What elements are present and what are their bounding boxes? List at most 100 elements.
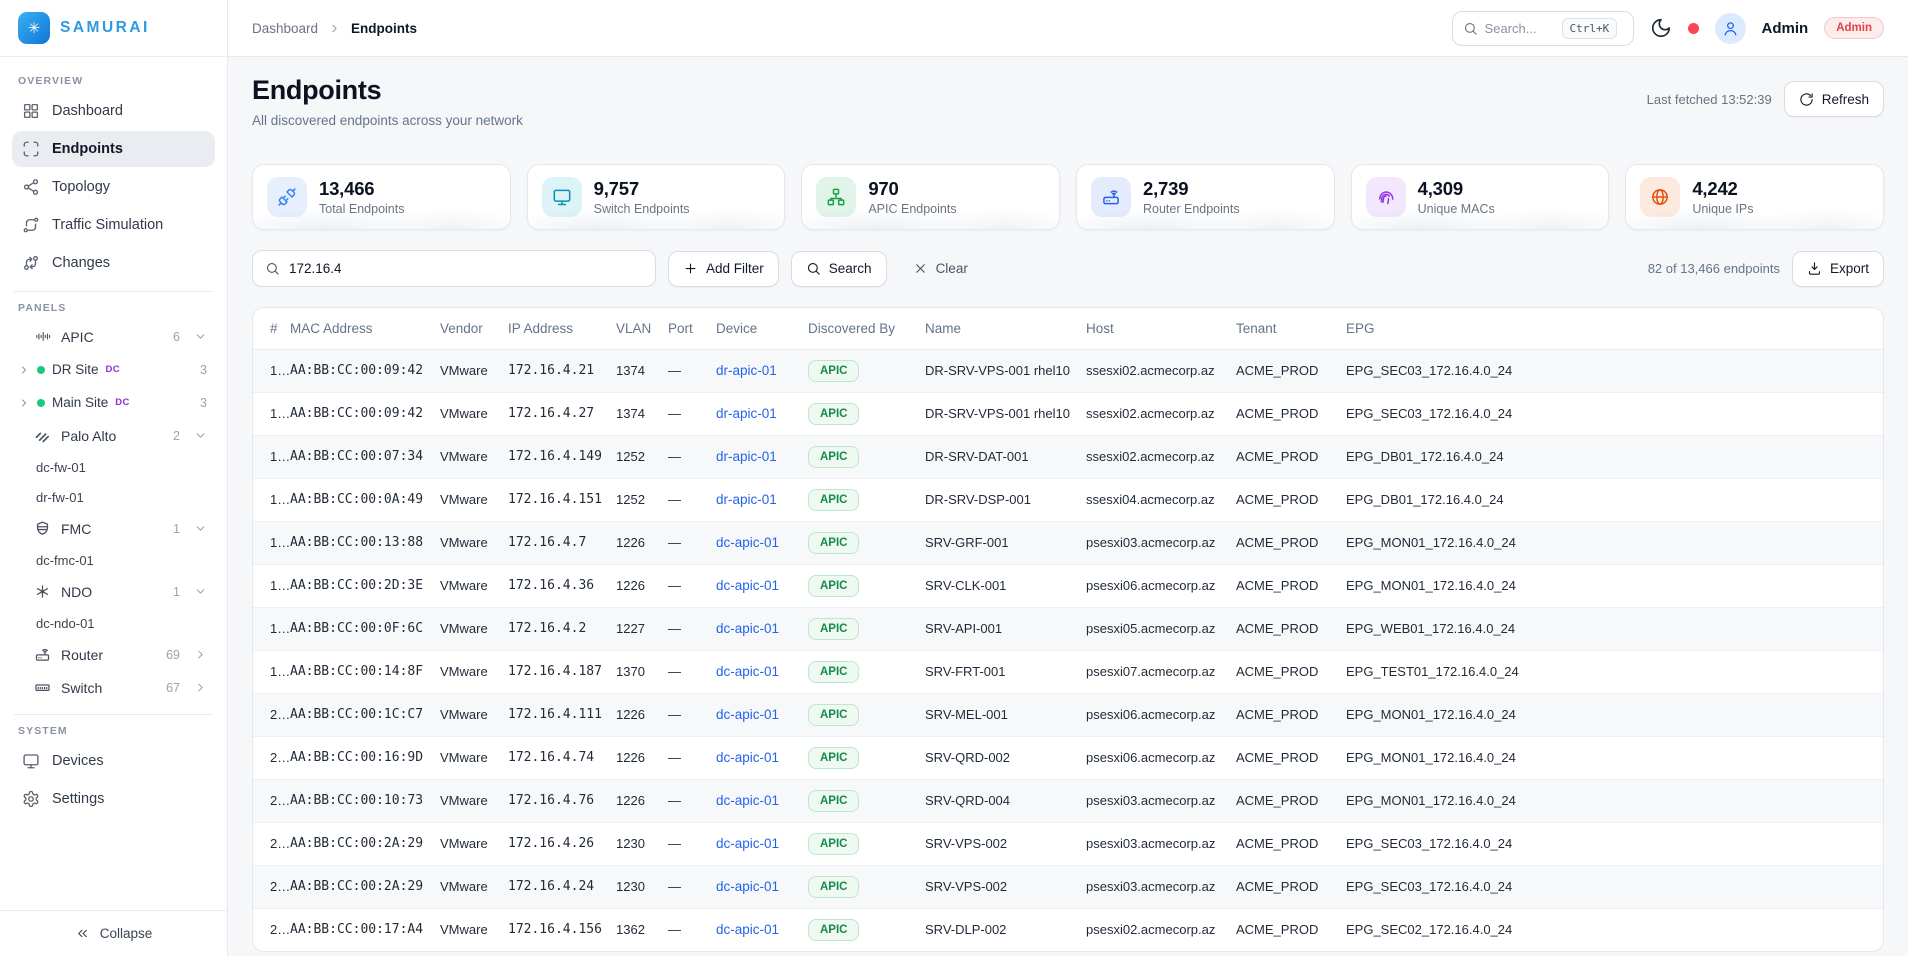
- global-search[interactable]: Ctrl+K: [1452, 11, 1634, 46]
- sidebar-item-endpoints[interactable]: Endpoints: [12, 131, 215, 167]
- endpoint-search[interactable]: [252, 250, 656, 287]
- table-row[interactable]: 15 AA:BB:CC:00:0A:49 VMware 172.16.4.151…: [253, 478, 1883, 521]
- dark-mode-toggle[interactable]: [1650, 17, 1672, 39]
- sidebar-device-item[interactable]: dc-fmc-01: [12, 545, 215, 575]
- sidebar-panel-group[interactable]: FMC 1: [12, 512, 215, 545]
- sidebar-panel-group[interactable]: Switch 67: [12, 671, 215, 704]
- panel-label: NDO: [61, 584, 92, 600]
- search-icon: [1463, 21, 1478, 36]
- sidebar-site-item[interactable]: Main Site DC 3: [12, 386, 215, 419]
- global-search-input[interactable]: [1485, 21, 1555, 36]
- stat-icon: [277, 187, 297, 207]
- cell-tenant: ACME_PROD: [1236, 650, 1346, 693]
- collapse-label: Collapse: [100, 926, 153, 941]
- endpoint-search-input[interactable]: [289, 261, 643, 276]
- device-link[interactable]: dr-apic-01: [716, 363, 777, 378]
- stat-value: 4,309: [1418, 178, 1495, 200]
- discovered-by-badge: APIC: [808, 446, 859, 468]
- device-link[interactable]: dc-apic-01: [716, 578, 779, 593]
- avatar[interactable]: [1715, 13, 1746, 44]
- table-row[interactable]: 19 AA:BB:CC:00:14:8F VMware 172.16.4.187…: [253, 650, 1883, 693]
- cell-epg: EPG_MON01_172.16.4.0_24: [1346, 736, 1883, 779]
- device-link[interactable]: dc-apic-01: [716, 750, 779, 765]
- device-label: dc-fw-01: [36, 460, 86, 475]
- device-link[interactable]: dc-apic-01: [716, 836, 779, 851]
- device-label: dr-fw-01: [36, 490, 84, 505]
- refresh-button[interactable]: Refresh: [1784, 81, 1884, 117]
- site-label: Main Site: [52, 395, 108, 410]
- sidebar-panel-group[interactable]: Router 69: [12, 638, 215, 671]
- table-row[interactable]: 14 AA:BB:CC:00:07:34 VMware 172.16.4.149…: [253, 435, 1883, 478]
- table-row[interactable]: 24 AA:BB:CC:00:2A:29 VMware 172.16.4.24 …: [253, 865, 1883, 908]
- sidebar-panel-group[interactable]: APIC 6: [12, 320, 215, 353]
- sidebar-device-item[interactable]: dc-fw-01: [12, 452, 215, 482]
- cell-mac-address: AA:BB:CC:00:2A:29: [290, 865, 440, 908]
- divider: [14, 714, 213, 715]
- device-link[interactable]: dc-apic-01: [716, 707, 779, 722]
- notification-dot[interactable]: [1688, 23, 1699, 34]
- search-button[interactable]: Search: [791, 251, 887, 287]
- cell-vendor: VMware: [440, 607, 508, 650]
- sidebar-item-settings[interactable]: Settings: [12, 781, 215, 817]
- device-link[interactable]: dc-apic-01: [716, 922, 779, 937]
- device-link[interactable]: dc-apic-01: [716, 621, 779, 636]
- cell-ip-address: 172.16.4.151: [508, 478, 616, 521]
- panel-count: 69: [166, 648, 180, 662]
- cell-tenant: ACME_PROD: [1236, 822, 1346, 865]
- cell-ip-address: 172.16.4.74: [508, 736, 616, 779]
- search-icon: [806, 261, 821, 276]
- device-link[interactable]: dr-apic-01: [716, 406, 777, 421]
- divider: [14, 291, 213, 292]
- stat-value: 2,739: [1143, 178, 1240, 200]
- cell-row-number: 23: [253, 822, 290, 865]
- table-body: 12 AA:BB:CC:00:09:42 VMware 172.16.4.21 …: [253, 349, 1883, 951]
- section-label-panels: PANELS: [18, 302, 209, 314]
- table-row[interactable]: 16 AA:BB:CC:00:13:88 VMware 172.16.4.7 1…: [253, 521, 1883, 564]
- table-row[interactable]: 20 AA:BB:CC:00:1C:C7 VMware 172.16.4.111…: [253, 693, 1883, 736]
- device-link[interactable]: dc-apic-01: [716, 793, 779, 808]
- sidebar-device-item[interactable]: dc-ndo-01: [12, 608, 215, 638]
- sidebar-item-topology[interactable]: Topology: [12, 169, 215, 205]
- stat-card: 9,757 Switch Endpoints: [527, 164, 786, 230]
- cell-row-number: 24: [253, 865, 290, 908]
- add-filter-button[interactable]: Add Filter: [668, 251, 779, 287]
- cell-name: SRV-VPS-002: [925, 865, 1086, 908]
- cell-epg: EPG_SEC03_172.16.4.0_24: [1346, 865, 1883, 908]
- table-row[interactable]: 23 AA:BB:CC:00:2A:29 VMware 172.16.4.26 …: [253, 822, 1883, 865]
- stat-label: Router Endpoints: [1143, 202, 1240, 216]
- sidebar-item-changes[interactable]: Changes: [12, 245, 215, 281]
- collapse-sidebar-button[interactable]: Collapse: [0, 910, 227, 956]
- device-link[interactable]: dr-apic-01: [716, 449, 777, 464]
- column-header: MAC Address: [290, 308, 440, 349]
- device-link[interactable]: dc-apic-01: [716, 535, 779, 550]
- site-count: 3: [200, 396, 207, 410]
- table-row[interactable]: 17 AA:BB:CC:00:2D:3E VMware 172.16.4.36 …: [253, 564, 1883, 607]
- table-row[interactable]: 12 AA:BB:CC:00:09:42 VMware 172.16.4.21 …: [253, 349, 1883, 392]
- clear-button[interactable]: Clear: [899, 251, 982, 287]
- column-header: #: [253, 308, 290, 349]
- export-button[interactable]: Export: [1792, 251, 1884, 287]
- sidebar-device-item[interactable]: dr-fw-01: [12, 482, 215, 512]
- sidebar-item-traffic-simulation[interactable]: Traffic Simulation: [12, 207, 215, 243]
- table-row[interactable]: 22 AA:BB:CC:00:10:73 VMware 172.16.4.76 …: [253, 779, 1883, 822]
- device-link[interactable]: dc-apic-01: [716, 664, 779, 679]
- table-row[interactable]: 13 AA:BB:CC:00:09:42 VMware 172.16.4.27 …: [253, 392, 1883, 435]
- cell-mac-address: AA:BB:CC:00:10:73: [290, 779, 440, 822]
- table-row[interactable]: 21 AA:BB:CC:00:16:9D VMware 172.16.4.74 …: [253, 736, 1883, 779]
- chevron-icon: [194, 648, 207, 661]
- sidebar-site-item[interactable]: DR Site DC 3: [12, 353, 215, 386]
- sidebar-item-dashboard[interactable]: Dashboard: [12, 93, 215, 129]
- nav-item-icon: [22, 254, 40, 272]
- device-link[interactable]: dc-apic-01: [716, 879, 779, 894]
- table-row[interactable]: 25 AA:BB:CC:00:17:A4 VMware 172.16.4.156…: [253, 908, 1883, 951]
- sidebar-panel-group[interactable]: NDO 1: [12, 575, 215, 608]
- breadcrumb-dashboard[interactable]: Dashboard: [252, 21, 318, 36]
- cell-vlan: 1374: [616, 349, 668, 392]
- cell-row-number: 20: [253, 693, 290, 736]
- table-row[interactable]: 18 AA:BB:CC:00:0F:6C VMware 172.16.4.2 1…: [253, 607, 1883, 650]
- sidebar-panel-group[interactable]: Palo Alto 2: [12, 419, 215, 452]
- sidebar-item-devices[interactable]: Devices: [12, 743, 215, 779]
- breadcrumb: Dashboard Endpoints: [252, 21, 417, 36]
- device-link[interactable]: dr-apic-01: [716, 492, 777, 507]
- sidebar-nav: OVERVIEW Dashboard Endpoints Topology Tr…: [0, 57, 227, 910]
